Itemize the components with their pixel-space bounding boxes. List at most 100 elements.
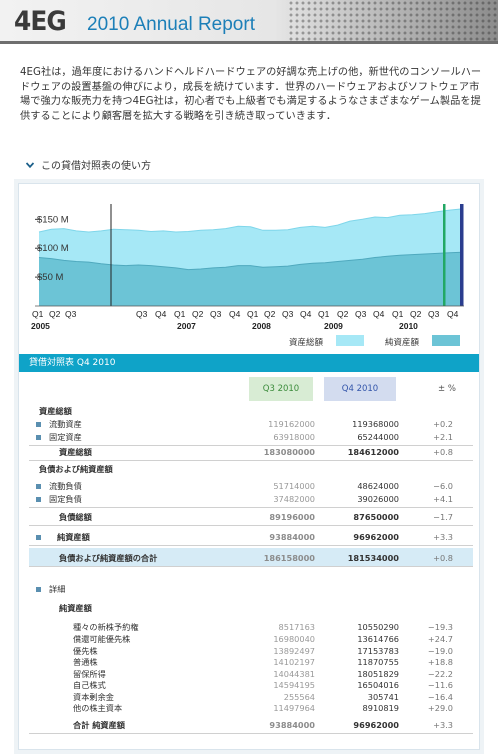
x-quarter-label: Q1	[318, 309, 330, 319]
q4-value: 13614766	[357, 634, 399, 644]
bullet-icon	[36, 535, 41, 540]
q3-value: 93884000	[269, 532, 315, 542]
company-logo: 4EG	[14, 6, 67, 37]
x-year-label: 2008	[252, 321, 271, 331]
x-quarter-label: Q1	[174, 309, 186, 319]
table-row: 他の株主資本 11497964 8910819 +29.0	[19, 702, 479, 714]
row-label: 固定負債	[49, 494, 82, 504]
pct-change: +0.2	[433, 419, 453, 429]
x-quarter-label: Q4	[447, 309, 459, 319]
table-row: 自己株式 14594195 16504016 −11.6	[19, 679, 479, 691]
y-tick-label: $150 M	[37, 214, 69, 225]
legend-total-swatch	[336, 335, 364, 346]
legend-net-assets: 純資産額	[385, 335, 460, 348]
pct-change: +3.3	[433, 720, 453, 730]
table-row: 流動負債 51714000 48624000 −6.0	[19, 480, 479, 492]
q4-value: 119368000	[352, 419, 399, 429]
row-label: 負債および純資産額の合計	[59, 553, 158, 563]
bullet-icon	[36, 497, 41, 502]
pct-change: +0.8	[433, 553, 453, 563]
q3-value: 93884000	[269, 720, 315, 730]
table-row: 固定負債 37482000 39026000 +4.1	[19, 493, 479, 505]
q3-value: 89196000	[269, 512, 315, 522]
row-label: 流動資産	[49, 419, 82, 429]
legend-total-assets: 資産総額	[289, 335, 364, 348]
q3-2010-marker	[443, 204, 446, 306]
table-row: 純資産額	[19, 602, 479, 614]
x-year-label: 2005	[31, 321, 50, 331]
table-row: 資産総額 183080000 184612000 +0.8	[19, 446, 479, 458]
row-label: 償還可能優先株	[73, 634, 131, 644]
x-quarter-label: Q1	[392, 309, 404, 319]
x-quarter-label: Q3	[355, 309, 367, 319]
x-quarter-label: Q3	[210, 309, 222, 319]
asset-chart[interactable]: $150 M $100 M $50 M Q1 Q2 Q3 Q3 Q4 Q1 Q2 Q3 Q4 Q1 Q2 Q…	[19, 184, 479, 349]
report-title: 2010 Annual Report	[87, 14, 255, 35]
pct-change: +18.8	[427, 657, 453, 667]
legend-total-label: 資産総額	[289, 338, 324, 348]
table-row: 合計 純資産額 93884000 96962000 +3.3	[19, 719, 479, 731]
x-quarter-label: Q4	[229, 309, 241, 319]
x-year-label: 2007	[177, 321, 196, 331]
row-label: 詳細	[49, 584, 66, 594]
pct-change: +2.1	[433, 432, 453, 442]
q3-value: 186158000	[263, 553, 315, 563]
table-row: 普通株 14102197 11870755 +18.8	[19, 656, 479, 668]
x-quarter-label: Q4	[300, 309, 312, 319]
q3-value: 183080000	[263, 447, 315, 457]
row-separator	[29, 507, 473, 508]
pct-change: +24.7	[427, 634, 453, 644]
row-label: 合計 純資産額	[73, 720, 125, 730]
bullet-icon	[36, 484, 41, 489]
x-quarter-label: Q2	[192, 309, 204, 319]
q3-value: 63918000	[273, 432, 315, 442]
q4-value: 65244000	[357, 432, 399, 442]
chevron-down-icon	[26, 161, 34, 168]
q3-value: 8517163	[278, 622, 315, 632]
column-q4-header[interactable]: Q4 2010	[324, 377, 396, 401]
table-title: 貸借対照表 Q4 2010	[19, 354, 479, 372]
header-dot-pattern	[288, 0, 498, 41]
q4-value: 48624000	[357, 481, 399, 491]
table-row: 負債および純資産額	[19, 463, 479, 475]
q3-value: 16980040	[273, 634, 315, 644]
report-header: 4EG 2010 Annual Report	[0, 0, 498, 44]
pct-change: −11.6	[427, 680, 453, 690]
q4-value: 39026000	[357, 494, 399, 504]
table-row: 純資産額 93884000 96962000 +3.3	[19, 531, 479, 543]
pct-change: −1.7	[433, 512, 453, 522]
row-separator	[29, 460, 473, 461]
pct-change: +4.1	[433, 494, 453, 504]
pct-change: −19.3	[427, 622, 453, 632]
table-row[interactable]: 詳細	[19, 583, 479, 595]
x-quarter-label: Q1	[247, 309, 259, 319]
pct-change: +29.0	[427, 703, 453, 713]
column-q3-header[interactable]: Q3 2010	[249, 377, 313, 401]
x-quarter-label: Q2	[410, 309, 422, 319]
row-label: 流動負債	[49, 481, 82, 491]
q4-value: 96962000	[353, 720, 399, 730]
q4-2010-marker	[460, 204, 464, 306]
bullet-icon	[36, 435, 41, 440]
y-tick-label: $100 M	[37, 243, 69, 254]
x-quarter-label: Q2	[264, 309, 276, 319]
chart-svg: $150 M $100 M $50 M Q1 Q2 Q3 Q3 Q4 Q1 Q2 Q3 Q4 Q1 Q2 Q…	[31, 204, 464, 331]
q4-value: 16504016	[357, 680, 399, 690]
expand-toggle-icon[interactable]	[36, 587, 41, 592]
howto-label: この貸借対照表の使い方	[41, 161, 151, 172]
balance-sheet-panel: $150 M $100 M $50 M Q1 Q2 Q3 Q3 Q4 Q1 Q2 Q3 Q4 Q1 Q2 Q…	[18, 183, 480, 750]
howto-toggle[interactable]: この貸借対照表の使い方	[26, 157, 151, 172]
row-label: 負債総額	[59, 512, 92, 522]
table-row: 償還可能優先株 16980040 13614766 +24.7	[19, 633, 479, 645]
row-label: 資産総額	[59, 447, 92, 457]
q3-value: 51714000	[273, 481, 315, 491]
x-quarter-label: Q3	[136, 309, 148, 319]
x-quarter-label: Q2	[49, 309, 61, 319]
x-quarter-label: Q3	[428, 309, 440, 319]
legend-net-swatch	[432, 335, 460, 346]
x-quarter-label: Q1	[32, 309, 44, 319]
table-row: 資産総額	[19, 405, 479, 417]
x-year-label: 2010	[399, 321, 418, 331]
row-label: 種々の新株予約権	[73, 622, 139, 632]
row-label: 自己株式	[73, 680, 106, 690]
